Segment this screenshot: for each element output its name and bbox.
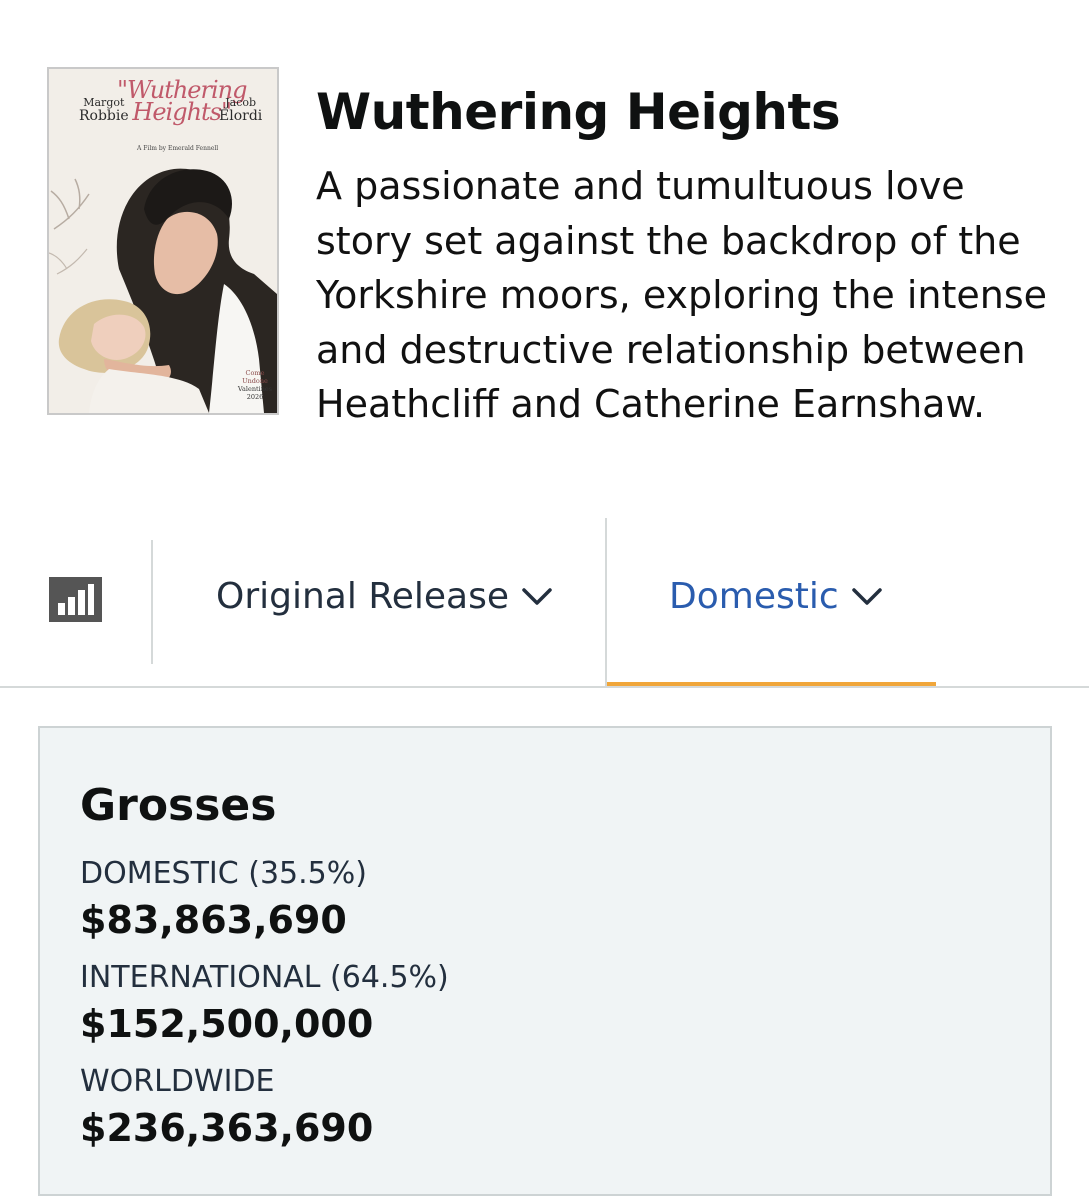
- chevron-down-icon: [851, 588, 882, 605]
- poster-tagline1: Come Undone: [242, 369, 268, 385]
- domestic-gross-value: $83,863,690: [80, 898, 347, 942]
- grosses-card: Grosses DOMESTIC (35.5%) $83,863,690 INT…: [38, 726, 1052, 1196]
- domestic-dropdown[interactable]: Domestic: [669, 575, 883, 619]
- chevron-down-icon: [522, 588, 552, 605]
- movie-title: Wuthering Heights: [316, 83, 841, 141]
- poster-year: 2026: [246, 393, 264, 401]
- poster-actor-right-last: Elordi: [219, 108, 263, 124]
- movie-poster[interactable]: Margot Robbie "Wuthering Heights" Jacob …: [47, 67, 279, 415]
- worldwide-gross-label: WORLDWIDE: [80, 1064, 275, 1099]
- tab-bar-divider: [0, 686, 1089, 688]
- worldwide-gross-value: $236,363,690: [80, 1106, 374, 1150]
- international-gross-value: $152,500,000: [80, 1002, 374, 1046]
- poster-tagline: Come Undone Valentines 2026: [233, 369, 277, 401]
- tab-divider: [151, 540, 153, 664]
- international-gross-label: INTERNATIONAL (64.5%): [80, 960, 449, 995]
- original-release-dropdown[interactable]: Original Release: [216, 575, 553, 619]
- poster-credit: A Film by Emerald Fennell: [137, 145, 219, 152]
- movie-synopsis: A passionate and tumultuous love story s…: [316, 164, 1048, 426]
- domestic-label: Domestic: [669, 576, 839, 617]
- poster-tagline2: Valentines: [237, 385, 273, 393]
- bar-chart-icon[interactable]: [49, 577, 102, 622]
- domestic-gross-label: DOMESTIC (35.5%): [80, 856, 367, 891]
- poster-actor-right: Jacob Elordi: [219, 97, 262, 124]
- original-release-label: Original Release: [216, 576, 509, 617]
- poster-actor-right-first: Jacob: [225, 96, 257, 109]
- tab-divider: [605, 518, 607, 686]
- grosses-title: Grosses: [80, 780, 277, 831]
